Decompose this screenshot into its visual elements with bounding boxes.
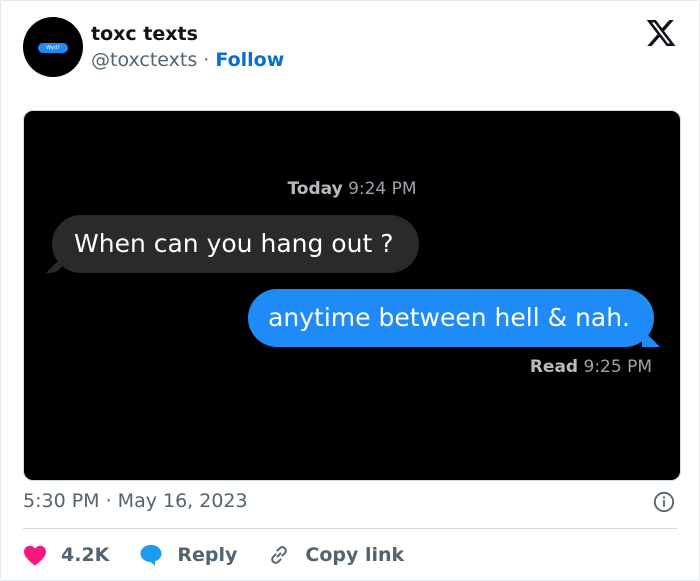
- action-bar: 4.2K Reply Copy link: [23, 541, 434, 569]
- reply-button[interactable]: Reply: [139, 543, 237, 567]
- copy-link-button[interactable]: Copy link: [267, 543, 404, 567]
- like-count: 4.2K: [61, 544, 110, 566]
- outgoing-message-bubble: anytime between hell & nah.: [248, 289, 654, 347]
- x-logo-icon[interactable]: [645, 17, 677, 49]
- separator: ·: [203, 49, 210, 71]
- chat-timestamp-time: 9:24 PM: [348, 179, 417, 199]
- info-icon[interactable]: [653, 491, 675, 513]
- copy-link-label: Copy link: [305, 544, 405, 566]
- display-name[interactable]: toxc texts: [91, 23, 198, 45]
- handle[interactable]: @toxctexts: [91, 49, 197, 71]
- divider: [23, 528, 677, 529]
- avatar[interactable]: Wyd?: [23, 17, 83, 77]
- tweet-timestamp[interactable]: 5:30 PM · May 16, 2023: [23, 490, 248, 512]
- reply-label: Reply: [177, 544, 238, 566]
- tweet-card: Wyd? toxc texts @toxctexts · Follow Toda…: [0, 0, 700, 581]
- handle-row: @toxctexts · Follow: [91, 49, 284, 71]
- read-time: 9:25 PM: [583, 357, 653, 377]
- reply-bubble-icon: [140, 545, 162, 566]
- chat-timestamp: Today 9:24 PM: [24, 179, 680, 199]
- heart-icon: [24, 545, 46, 566]
- read-receipt: Read 9:25 PM: [530, 357, 652, 377]
- tweet-media-image[interactable]: Today 9:24 PM When can you hang out ? an…: [23, 110, 681, 481]
- chat-timestamp-day: Today: [287, 179, 343, 199]
- like-button[interactable]: 4.2K: [23, 544, 109, 566]
- read-label: Read: [529, 357, 579, 377]
- avatar-bubble: Wyd?: [38, 43, 68, 53]
- follow-button[interactable]: Follow: [215, 49, 284, 71]
- incoming-message-bubble: When can you hang out ?: [52, 215, 420, 273]
- link-icon: [271, 546, 288, 564]
